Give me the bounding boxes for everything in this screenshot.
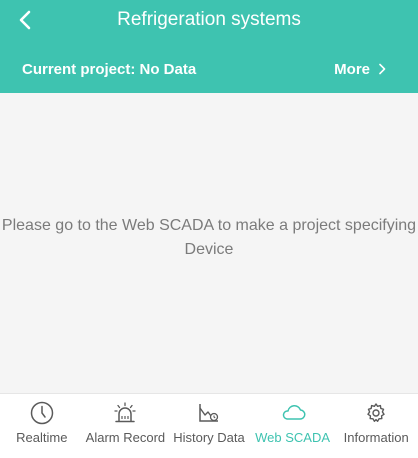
tab-information[interactable]: Information xyxy=(334,394,418,458)
bottom-tab-bar: Realtime Alarm Record History Data Web S… xyxy=(0,393,418,458)
tab-label: Web SCADA xyxy=(255,430,331,445)
chevron-left-icon xyxy=(18,10,32,35)
gear-icon xyxy=(334,401,418,425)
history-chart-icon xyxy=(167,401,251,425)
cloud-icon xyxy=(251,401,335,425)
more-button[interactable]: More xyxy=(334,58,386,80)
top-header: Refrigeration systems Current project: N… xyxy=(0,0,418,93)
tab-history-data[interactable]: History Data xyxy=(167,394,251,458)
tab-label: History Data xyxy=(173,430,245,445)
empty-state-message: Please go to the Web SCADA to make a pro… xyxy=(1,217,417,258)
tab-web-scada[interactable]: Web SCADA xyxy=(251,394,335,458)
project-value: No Data xyxy=(139,61,197,78)
tab-label: Information xyxy=(343,430,409,445)
tab-realtime[interactable]: Realtime xyxy=(0,394,84,458)
tab-alarm-record[interactable]: Alarm Record xyxy=(84,394,168,458)
project-label: Current project: xyxy=(22,61,136,78)
more-label: More xyxy=(334,60,370,78)
tab-label: Alarm Record xyxy=(85,430,166,445)
alarm-bell-icon xyxy=(84,401,168,425)
tab-label: Realtime xyxy=(16,430,68,445)
main-content: Please go to the Web SCADA to make a pro… xyxy=(0,93,418,393)
chevron-right-icon xyxy=(378,63,386,75)
back-button[interactable] xyxy=(8,5,42,39)
current-project: Current project: No Data xyxy=(22,60,196,80)
page-title: Refrigeration systems xyxy=(117,9,301,30)
clock-icon xyxy=(0,401,84,425)
